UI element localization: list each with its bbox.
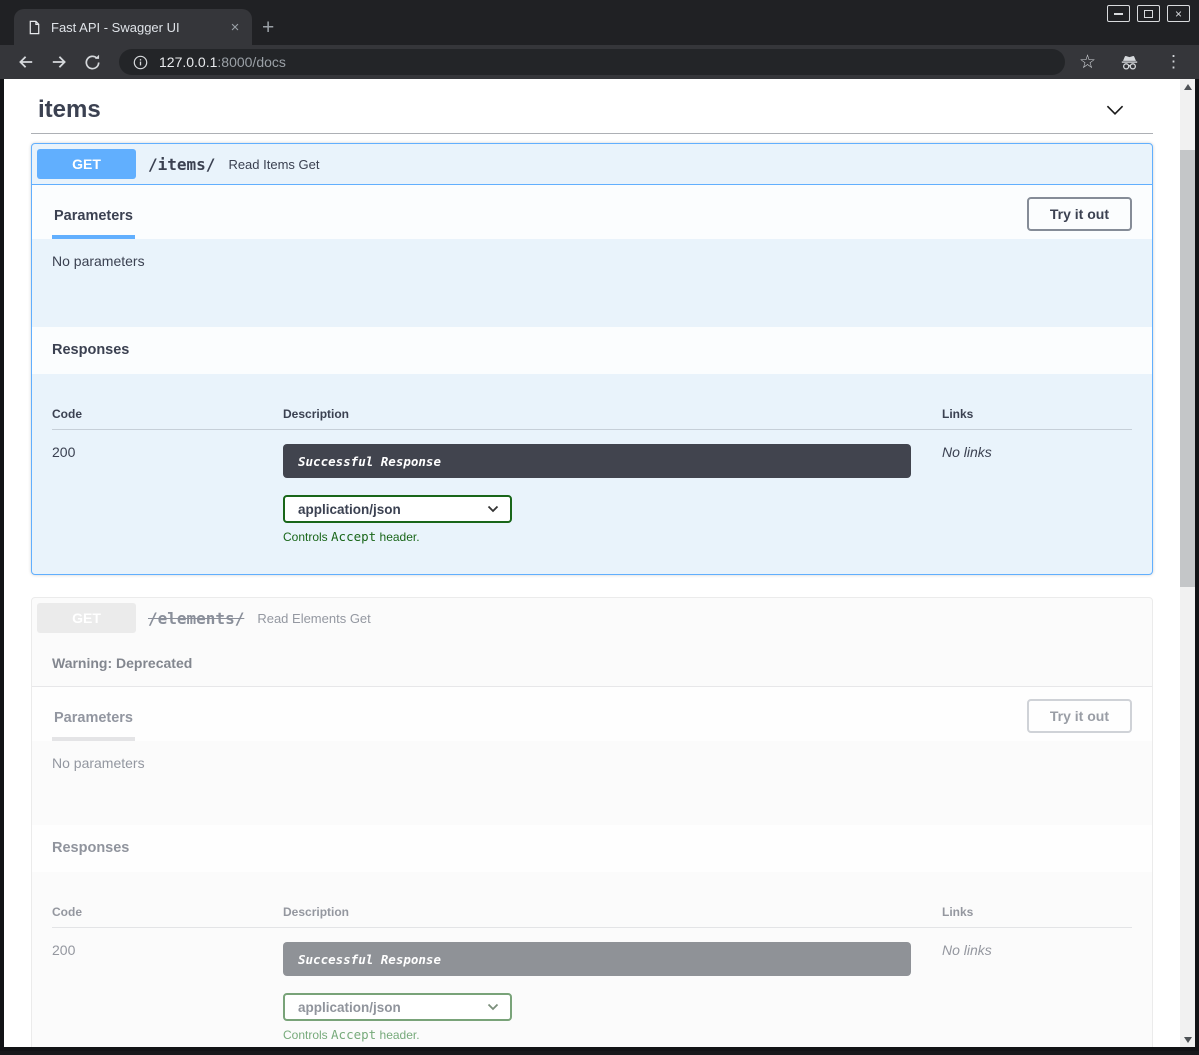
url-path: :8000/docs — [217, 54, 286, 70]
responses-section-header: Responses — [32, 327, 1152, 374]
page-content: items GET /items/ Read Items Get Paramet… — [0, 79, 1199, 1051]
incognito-icon[interactable] — [1117, 50, 1141, 74]
address-bar[interactable]: 127.0.0.1:8000/docs — [119, 49, 1065, 75]
media-type-wrap: application/json Controls Accept header. — [283, 495, 923, 544]
responses-table: Code Description Links 200 Successful Re… — [32, 374, 1152, 574]
browser-menu-icon[interactable]: ⋮ — [1162, 52, 1185, 72]
new-tab-icon[interactable]: + — [262, 17, 274, 38]
media-type-wrap: application/json Controls Accept header. — [283, 993, 923, 1042]
parameters-section-header: Parameters Try it out — [32, 687, 1152, 741]
chevron-down-icon[interactable] — [1102, 97, 1128, 123]
response-links: No links — [923, 444, 1132, 544]
operation-path: /elements/ — [148, 609, 244, 628]
parameters-section-header: Parameters Try it out — [32, 185, 1152, 239]
response-code: 200 — [52, 444, 283, 544]
swagger-page: items GET /items/ Read Items Get Paramet… — [4, 79, 1180, 1047]
window-controls: × — [1107, 5, 1190, 22]
opblock-get-items: GET /items/ Read Items Get Parameters Tr… — [31, 143, 1153, 575]
accept-header-note: Controls Accept header. — [283, 529, 923, 544]
tab-close-icon[interactable]: × — [226, 19, 244, 36]
browser-titlebar: Fast API - Swagger UI × + × — [0, 0, 1199, 45]
operation-summary: Read Elements Get — [257, 611, 370, 626]
response-row-200: 200 Successful Response application/json — [52, 430, 1132, 544]
opblock-summary[interactable]: GET /items/ Read Items Get — [32, 144, 1152, 185]
site-info-icon[interactable] — [133, 55, 148, 70]
responses-table-head: Code Description Links — [52, 892, 1132, 928]
responses-section-header: Responses — [32, 825, 1152, 872]
scrollbar-thumb[interactable] — [1180, 150, 1195, 587]
browser-toolbar: 127.0.0.1:8000/docs ☆ ⋮ — [0, 45, 1199, 79]
url-host: 127.0.0.1 — [159, 54, 217, 70]
method-badge: GET — [37, 603, 136, 633]
method-badge: GET — [37, 149, 136, 179]
media-type-value: application/json — [298, 1000, 401, 1015]
response-description-cell: Successful Response application/json Con… — [283, 444, 923, 544]
select-chevron-icon — [487, 505, 499, 513]
media-type-select[interactable]: application/json — [283, 495, 512, 523]
select-chevron-icon — [487, 1003, 499, 1011]
try-it-out-button[interactable]: Try it out — [1027, 197, 1132, 231]
back-icon[interactable] — [14, 50, 38, 74]
operation-path: /items/ — [148, 155, 215, 174]
forward-icon[interactable] — [47, 50, 71, 74]
no-parameters-text: No parameters — [32, 741, 1152, 825]
parameters-tab-label: Parameters — [52, 710, 135, 741]
response-description-cell: Successful Response application/json Con… — [283, 942, 923, 1042]
browser-window: Fast API - Swagger UI × + × 127.0.0.1:80… — [0, 0, 1199, 1055]
responses-table-head: Code Description Links — [52, 394, 1132, 430]
responses-table: Code Description Links 200 Successful Re… — [32, 872, 1152, 1047]
accept-header-note: Controls Accept header. — [283, 1027, 923, 1042]
response-links: No links — [923, 942, 1132, 1042]
opblock-summary[interactable]: GET /elements/ Read Elements Get — [32, 598, 1152, 638]
toolbar-right-icons: ☆ ⋮ — [1079, 50, 1185, 74]
page-favicon-icon — [27, 20, 42, 35]
parameters-tab-label: Parameters — [52, 208, 135, 239]
window-maximize-icon[interactable] — [1137, 5, 1160, 22]
tab-title: Fast API - Swagger UI — [51, 20, 226, 35]
tag-section-header-items[interactable]: items — [31, 90, 1153, 134]
response-code: 200 — [52, 942, 283, 1042]
response-row-200: 200 Successful Response application/json — [52, 928, 1132, 1042]
window-minimize-icon[interactable] — [1107, 5, 1130, 22]
description-column-header: Description — [283, 905, 923, 919]
browser-tab[interactable]: Fast API - Swagger UI × — [14, 9, 252, 45]
no-parameters-text: No parameters — [32, 239, 1152, 327]
media-type-value: application/json — [298, 502, 401, 517]
links-column-header: Links — [923, 407, 1132, 421]
media-type-select[interactable]: application/json — [283, 993, 512, 1021]
reload-icon[interactable] — [80, 50, 104, 74]
code-column-header: Code — [52, 407, 283, 421]
links-column-header: Links — [923, 905, 1132, 919]
description-column-header: Description — [283, 407, 923, 421]
scrollbar-up-icon[interactable] — [1180, 79, 1195, 94]
tag-title: items — [38, 96, 101, 124]
bookmark-star-icon[interactable]: ☆ — [1079, 51, 1096, 74]
response-description-box: Successful Response — [283, 942, 911, 976]
deprecated-warning: Warning: Deprecated — [32, 638, 1152, 687]
scrollbar-down-icon[interactable] — [1180, 1032, 1195, 1047]
opblock-get-elements-deprecated: GET /elements/ Read Elements Get Warning… — [31, 597, 1153, 1047]
page-scrollbar[interactable] — [1180, 79, 1195, 1047]
response-description-box: Successful Response — [283, 444, 911, 478]
operation-summary: Read Items Get — [228, 157, 319, 172]
window-close-icon[interactable]: × — [1167, 5, 1190, 22]
try-it-out-button[interactable]: Try it out — [1027, 699, 1132, 733]
code-column-header: Code — [52, 905, 283, 919]
